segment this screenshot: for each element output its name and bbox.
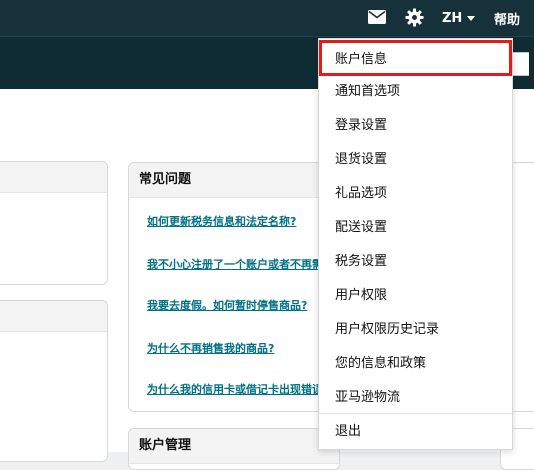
menu-divider xyxy=(319,413,512,414)
menu-item-notification-preferences[interactable]: 通知首选项 xyxy=(319,75,512,109)
menu-item-fba[interactable]: 亚马逊物流 xyxy=(319,381,512,415)
faq-link-tax-info[interactable]: 如何更新税务信息和法定名称? xyxy=(147,213,296,229)
chevron-down-icon xyxy=(467,15,476,21)
menu-item-return-settings[interactable]: 退货设置 xyxy=(319,143,512,177)
language-selector[interactable]: ZH xyxy=(442,9,476,27)
faq-link-not-selling[interactable]: 为什么不再销售我的商品? xyxy=(147,340,274,356)
left-card-1-header xyxy=(0,162,107,193)
faq-link-vacation[interactable]: 我要去度假。如何暂时停售商品? xyxy=(147,297,307,313)
left-card-1 xyxy=(0,161,108,285)
faq-title: 常见问题 xyxy=(129,163,339,198)
menu-item-permission-history[interactable]: 用户权限历史记录 xyxy=(319,313,512,347)
account-management-card: 账户管理 xyxy=(128,428,340,470)
left-card-2 xyxy=(0,300,108,462)
faq-link-card-error[interactable]: 为什么我的信用卡或借记卡出现错误 xyxy=(147,381,323,397)
menu-item-info-and-policies[interactable]: 您的信息和政策 xyxy=(319,347,512,381)
menu-item-logout[interactable]: 退出 xyxy=(319,415,512,449)
account-management-title: 账户管理 xyxy=(129,429,339,464)
mail-icon[interactable] xyxy=(368,10,386,24)
gear-icon[interactable] xyxy=(405,8,424,27)
left-card-2-header xyxy=(0,301,107,332)
menu-item-account-info[interactable]: 账户信息 xyxy=(319,40,512,76)
menu-item-user-permissions[interactable]: 用户权限 xyxy=(319,279,512,313)
menu-item-gift-options[interactable]: 礼品选项 xyxy=(319,177,512,211)
menu-item-tax-settings[interactable]: 税务设置 xyxy=(319,245,512,279)
faq-link-accidental-account[interactable]: 我不小心注册了一个账户或者不再需 xyxy=(147,256,323,272)
menu-item-login-settings[interactable]: 登录设置 xyxy=(319,109,512,143)
menu-item-shipping-settings[interactable]: 配送设置 xyxy=(319,211,512,245)
help-link[interactable]: 帮助 xyxy=(494,9,520,28)
language-label: ZH xyxy=(442,10,463,26)
faq-card: 常见问题 如何更新税务信息和法定名称? 我不小心注册了一个账户或者不再需 我要去… xyxy=(128,162,340,412)
settings-dropdown-menu: 账户信息 通知首选项 登录设置 退货设置 礼品选项 配送设置 税务设置 用户权限… xyxy=(318,38,513,450)
